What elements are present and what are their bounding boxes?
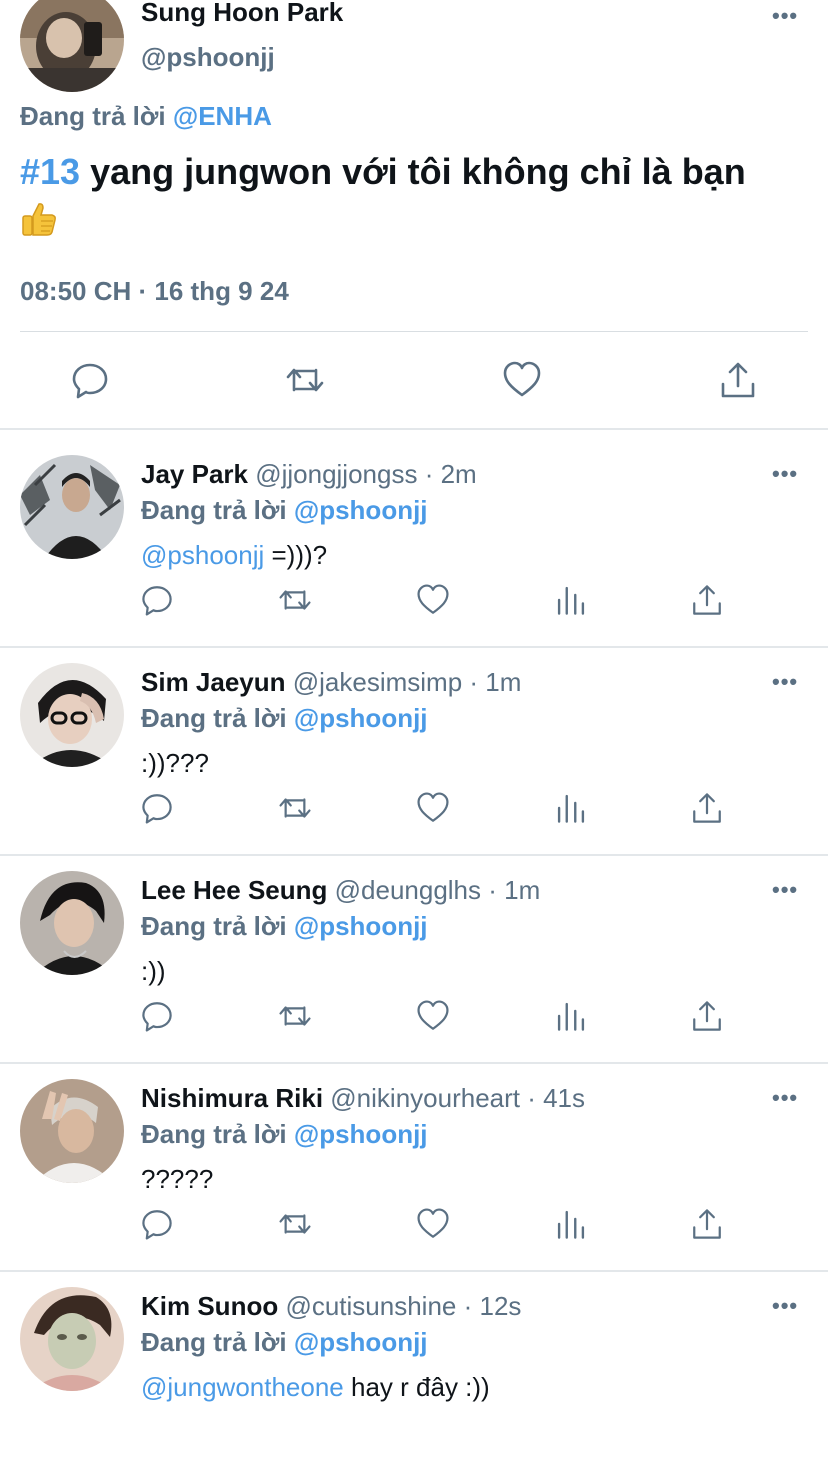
share-icon[interactable] (690, 999, 724, 1033)
replying-to: Đang trả lời @pshoonjj (141, 911, 428, 941)
like-icon[interactable] (416, 999, 450, 1033)
analytics-icon[interactable] (554, 1207, 588, 1241)
replying-to: Đang trả lời @pshoonjj (141, 1119, 428, 1149)
tweet-timestamp[interactable]: 08:50 CH · 16 thg 9 24 (20, 276, 289, 306)
reply-header: Jay Park @jjongjjongss · 2m (141, 459, 477, 489)
avatar[interactable] (20, 455, 124, 559)
thumbs-up-icon (20, 200, 58, 243)
divider (20, 331, 808, 332)
replying-to: Đang trả lời @pshoonjj (141, 495, 428, 525)
replying-to-mention[interactable]: @pshoonjj (294, 1119, 428, 1149)
share-icon[interactable] (690, 583, 724, 617)
reply-body: ????? (141, 1164, 214, 1194)
reply-icon[interactable] (140, 1207, 174, 1241)
author-name[interactable]: Nishimura Riki (141, 1083, 323, 1113)
replying-prefix: Đang trả lời (20, 101, 166, 131)
reply-tweet[interactable]: Nishimura Riki @nikinyourheart · 41s •••… (0, 1055, 828, 1261)
replying-prefix: Đang trả lời (141, 911, 287, 941)
reply-header: Lee Hee Seung @deungglhs · 1m (141, 875, 540, 905)
reply-tweet[interactable]: Sim Jaeyun @jakesimsimp · 1m ••• Đang tr… (0, 639, 828, 845)
author-handle-time[interactable]: @jjongjjongss · 2m (248, 459, 477, 489)
reply-body: hay r đây :)) (343, 1372, 490, 1402)
like-icon[interactable] (416, 583, 450, 617)
reply-icon[interactable] (140, 999, 174, 1033)
reply-body: =)))? (264, 540, 328, 570)
retweet-icon[interactable] (278, 999, 312, 1033)
share-icon[interactable] (690, 1207, 724, 1241)
retweet-icon[interactable] (278, 1207, 312, 1241)
main-tweet: Sung Hoon Park @pshoonjj ••• Đang trả lờ… (0, 0, 828, 428)
replying-prefix: Đang trả lời (141, 1119, 287, 1149)
reply-tweet[interactable]: Kim Sunoo @cutisunshine · 12s ••• Đang t… (0, 1263, 828, 1469)
replying-to-mention[interactable]: @pshoonjj (294, 495, 428, 525)
author-handle-time[interactable]: @jakesimsimp · 1m (286, 667, 522, 697)
reply-body: :)) (141, 956, 166, 986)
more-options-icon[interactable]: ••• (772, 671, 798, 693)
reply-icon[interactable] (140, 583, 174, 617)
retweet-icon[interactable] (285, 360, 325, 400)
replying-to: Đang trả lời @ENHA (20, 101, 272, 131)
author-name[interactable]: Lee Hee Seung (141, 875, 327, 905)
replying-prefix: Đang trả lời (141, 495, 287, 525)
author-name[interactable]: Sim Jaeyun (141, 667, 286, 697)
avatar[interactable] (20, 663, 124, 767)
replying-to: Đang trả lời @pshoonjj (141, 703, 428, 733)
reply-header: Sim Jaeyun @jakesimsimp · 1m (141, 667, 521, 697)
hashtag-link[interactable]: #13 (20, 151, 80, 192)
analytics-icon[interactable] (554, 583, 588, 617)
replying-to-mention[interactable]: @ENHA (173, 101, 272, 131)
mention-link[interactable]: @pshoonjj (141, 540, 264, 570)
mention-link[interactable]: @jungwontheone (141, 1372, 344, 1402)
replying-to: Đang trả lời @pshoonjj (141, 1327, 428, 1357)
author-name[interactable]: Kim Sunoo (141, 1291, 278, 1321)
reply-header: Kim Sunoo @cutisunshine · 12s (141, 1291, 521, 1321)
reply-icon[interactable] (70, 360, 110, 400)
like-icon[interactable] (502, 360, 542, 400)
replying-prefix: Đang trả lời (141, 1327, 287, 1357)
tweet-body: yang jungwon với tôi không chỉ là bạn (80, 151, 746, 192)
author-handle-time[interactable]: @cutisunshine · 12s (278, 1291, 521, 1321)
author-handle[interactable]: @pshoonjj (141, 42, 275, 72)
reply-tweet[interactable]: Jay Park @jjongjjongss · 2m ••• Đang trả… (0, 431, 828, 637)
avatar[interactable] (20, 1079, 124, 1183)
share-icon[interactable] (690, 791, 724, 825)
divider (0, 428, 828, 430)
retweet-icon[interactable] (278, 583, 312, 617)
reply-text: ????? (141, 1164, 213, 1194)
replying-prefix: Đang trả lời (141, 703, 287, 733)
reply-header: Nishimura Riki @nikinyourheart · 41s (141, 1083, 585, 1113)
more-options-icon[interactable]: ••• (772, 5, 798, 27)
author-handle-time[interactable]: @deungglhs · 1m (327, 875, 541, 905)
reply-icon[interactable] (140, 791, 174, 825)
avatar[interactable] (20, 0, 124, 92)
tweet-text: #13 yang jungwon với tôi không chỉ là bạ… (20, 150, 820, 194)
share-icon[interactable] (718, 360, 758, 400)
more-options-icon[interactable]: ••• (772, 1087, 798, 1109)
reply-body: :))??? (141, 748, 209, 778)
retweet-icon[interactable] (278, 791, 312, 825)
more-options-icon[interactable]: ••• (772, 879, 798, 901)
analytics-icon[interactable] (554, 791, 588, 825)
avatar[interactable] (20, 871, 124, 975)
author-handle-time[interactable]: @nikinyourheart · 41s (323, 1083, 585, 1113)
replying-to-mention[interactable]: @pshoonjj (294, 911, 428, 941)
avatar[interactable] (20, 1287, 124, 1391)
more-options-icon[interactable]: ••• (772, 1295, 798, 1317)
replying-to-mention[interactable]: @pshoonjj (294, 703, 428, 733)
more-options-icon[interactable]: ••• (772, 463, 798, 485)
author-name[interactable]: Sung Hoon Park (141, 0, 343, 26)
analytics-icon[interactable] (554, 999, 588, 1033)
replying-to-mention[interactable]: @pshoonjj (294, 1327, 428, 1357)
like-icon[interactable] (416, 791, 450, 825)
like-icon[interactable] (416, 1207, 450, 1241)
reply-text: :))??? (141, 748, 209, 778)
reply-tweet[interactable]: Lee Hee Seung @deungglhs · 1m ••• Đang t… (0, 847, 828, 1053)
author-name[interactable]: Jay Park (141, 459, 248, 489)
reply-text: :)) (141, 956, 166, 986)
reply-text: @jungwontheone hay r đây :)) (141, 1372, 490, 1402)
reply-text: @pshoonjj =)))? (141, 540, 327, 570)
